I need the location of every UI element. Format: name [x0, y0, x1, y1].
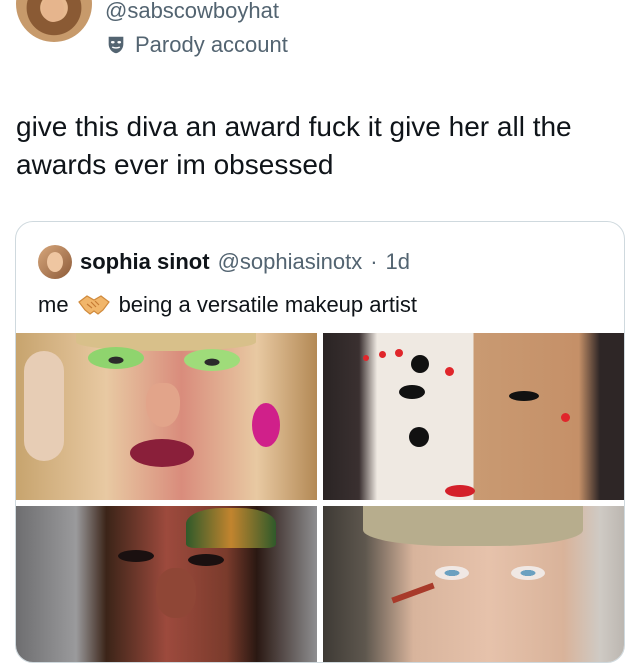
photo-eye-right	[509, 391, 539, 401]
quoted-tweet-text: me being a versatile makeup artist	[38, 288, 417, 322]
photo-lips	[130, 439, 194, 467]
photo-eye-right	[188, 554, 224, 566]
tweet-text: give this diva an award fuck it give her…	[16, 111, 572, 180]
quoted-author-name[interactable]: sophia sinot	[80, 249, 210, 275]
quoted-tweet-header: sophia sinot @sophiasinotx · 1d	[38, 242, 410, 282]
photo-wound-makeup[interactable]	[323, 506, 624, 662]
black-dot	[409, 427, 429, 447]
photo-butterfly	[186, 508, 276, 548]
red-dot	[445, 367, 454, 376]
quoted-timestamp[interactable]: 1d	[386, 249, 410, 275]
photo-eye-right	[184, 349, 240, 371]
quoted-author-handle[interactable]: @sophiasinotx	[218, 249, 363, 275]
photo-green-glitter-makeup[interactable]	[16, 333, 317, 500]
author-avatar-face	[42, 0, 64, 22]
photo-eye-right	[511, 566, 545, 580]
red-dot	[395, 349, 403, 357]
photo-hair	[363, 506, 583, 546]
quoted-text-start: me	[38, 292, 69, 317]
photo-wound	[391, 582, 435, 604]
photo-nose	[156, 568, 196, 618]
quoted-text-end: being a versatile makeup artist	[118, 292, 417, 317]
parody-label-row: Parody account	[105, 31, 288, 59]
photo-eye-left	[435, 566, 469, 580]
separator-dot: ·	[370, 249, 378, 274]
photo-hand	[24, 351, 64, 461]
author-handle[interactable]: @sabscowboyhat	[105, 0, 279, 25]
photo-eye-left	[399, 385, 425, 399]
photo-butterfly-makeup[interactable]	[16, 506, 317, 662]
red-dot	[363, 355, 369, 361]
photo-half-face-dots-makeup[interactable]	[323, 333, 624, 500]
photo-lips	[445, 485, 475, 497]
theater-mask-icon	[105, 34, 127, 56]
black-dot	[411, 355, 429, 373]
parody-label: Parody account	[135, 32, 288, 57]
photo-earring	[252, 403, 280, 447]
photo-nose	[146, 383, 180, 427]
red-dot	[379, 351, 386, 358]
author-avatar[interactable]	[16, 0, 92, 42]
quoted-tweet-card[interactable]: sophia sinot @sophiasinotx · 1d me being…	[15, 221, 625, 663]
handshake-icon	[77, 292, 111, 318]
red-dot	[561, 413, 570, 422]
photo-eye-left	[118, 550, 154, 562]
photo-eye-left	[88, 347, 144, 369]
quoted-author-avatar[interactable]	[38, 245, 72, 279]
